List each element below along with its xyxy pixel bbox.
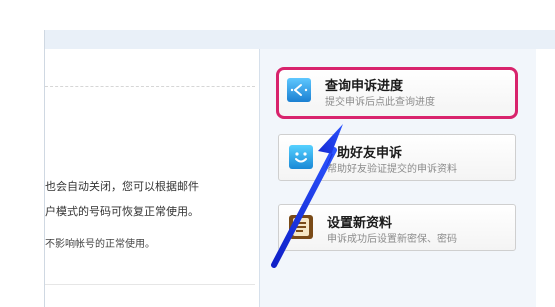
info-text-line-1: 也会自动关闭，您可以根据邮件 [45,180,199,193]
set-new-info-button[interactable]: 设置新资料 申诉成功后设置新密保、密码 [278,204,516,251]
info-text-line-3: 不影响帐号的正常使用。 [45,239,155,250]
notepad-icon [289,215,313,239]
option-title: 助好友申诉 [337,146,403,161]
options-panel: 查询申诉进度 提交申诉后点此查询进度 助好友申诉 帮助好友验证提交的申诉资料 设… [259,49,536,307]
bottom-divider [45,284,255,285]
info-text-line-2: 户模式的号码可恢复正常使用。 [45,205,199,218]
option-subtitle: 帮助好友验证提交的申诉资料 [327,164,457,175]
main-content [45,49,259,307]
check-appeal-progress-button[interactable]: 查询申诉进度 提交申诉后点此查询进度 [276,67,518,119]
dashed-divider [45,86,255,87]
option-title: 查询申诉进度 [325,79,404,94]
assist-friend-appeal-button[interactable]: 助好友申诉 帮助好友验证提交的申诉资料 [278,134,516,181]
smiley-icon [289,145,313,169]
option-subtitle: 申诉成功后设置新密保、密码 [327,234,457,245]
page-left-margin [0,0,44,307]
top-bar [45,30,555,49]
clock-icon [287,78,311,102]
option-subtitle: 提交申诉后点此查询进度 [325,97,435,108]
option-title: 设置新资料 [327,216,393,231]
